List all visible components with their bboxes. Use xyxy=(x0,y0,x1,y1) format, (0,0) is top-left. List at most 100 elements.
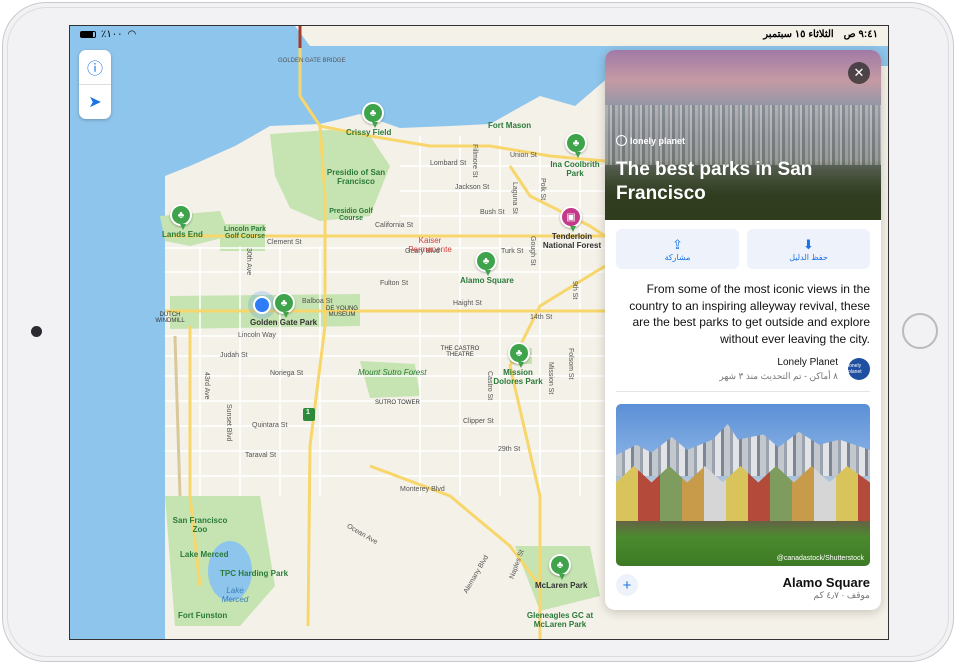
alamo-square-pin[interactable]: ♣ xyxy=(475,250,497,276)
poi-presidio[interactable]: Presidio of San Francisco xyxy=(326,168,386,186)
street-union: Union St xyxy=(510,152,537,159)
status-right: ٩:٤١ ص الثلاثاء ١٥ سبتمبر xyxy=(763,29,878,40)
share-button[interactable]: ⇪ مشاركة xyxy=(616,229,739,269)
poi-ina-coolbrith[interactable]: Ina Coolbrith Park xyxy=(550,160,600,178)
street-bush: Bush St xyxy=(480,209,505,216)
poi-fort-mason[interactable]: Fort Mason xyxy=(488,121,531,130)
lands-end-pin[interactable]: ♣ xyxy=(170,204,192,230)
poi-mclaren-park[interactable]: McLaren Park xyxy=(535,581,587,590)
street-polk: Polk St xyxy=(539,178,546,201)
mclaren-park-pin[interactable]: ♣ xyxy=(549,554,571,580)
poi-gleneagles[interactable]: Gleneagles GC at McLaren Park xyxy=(525,611,595,629)
street-castro: Castro St xyxy=(486,371,493,401)
front-camera xyxy=(31,326,42,337)
street-haight: Haight St xyxy=(453,300,482,307)
street-fulton: Fulton St xyxy=(380,280,409,287)
poi-tenderloin[interactable]: Tenderloin National Forest xyxy=(540,232,604,250)
poi-sf-zoo[interactable]: San Francisco Zoo xyxy=(170,516,230,534)
poi-lands-end[interactable]: Lands End xyxy=(162,230,203,239)
poi-mission-dolores[interactable]: Mission Dolores Park xyxy=(490,368,546,386)
highway-1-label: 1 xyxy=(306,409,310,416)
save-guide-button[interactable]: ⬇ حفظ الدليل xyxy=(747,229,870,269)
street-quintara: Quintara St xyxy=(252,422,288,429)
street-turk: Turk St xyxy=(501,248,524,255)
location-arrow-icon[interactable]: ➤ xyxy=(79,84,111,119)
street-gough: Gough St xyxy=(529,236,536,266)
author-name: Lonely Planet xyxy=(777,357,838,368)
close-icon[interactable]: ✕ xyxy=(848,62,870,84)
poi-lake-merced[interactable]: Lake Merced xyxy=(180,550,228,559)
poi-castro-theatre[interactable]: THE CASTRO THEATRE xyxy=(435,346,485,358)
poi-tpc-harding[interactable]: TPC Harding Park xyxy=(220,569,288,578)
wifi-icon: ◠ xyxy=(127,29,137,40)
map-controls: ⓘ ➤ xyxy=(79,50,111,119)
author-meta: ٨ أماكن - تم التحديث منذ ٣ شهر xyxy=(719,371,838,381)
tree-icon: ♣ xyxy=(572,137,580,149)
street-fillmore: Fillmore St xyxy=(471,144,478,178)
share-icon: ⇪ xyxy=(672,236,683,252)
logo-ring-icon xyxy=(616,135,627,146)
street-judah: Judah St xyxy=(220,352,248,359)
status-bar: ٪١٠٠ ◠ ٩:٤١ ص الثلاثاء ١٥ سبتمبر xyxy=(70,26,888,44)
lonely-planet-logo: lonely planet xyxy=(616,135,685,146)
street-29th: 29th St xyxy=(498,446,521,453)
guide-panel: ✕ lonely planet The best parks in San Fr… xyxy=(605,50,881,610)
photo-skyline xyxy=(616,424,870,476)
street-sunset: Sunset Blvd xyxy=(225,404,232,442)
bridge-label: GOLDEN GATE BRIDGE xyxy=(278,58,346,64)
battery-percent: ٪١٠٠ xyxy=(101,29,123,40)
tenderloin-pin[interactable]: ▣ xyxy=(560,206,582,232)
tree-icon: ♣ xyxy=(482,255,490,267)
info-icon[interactable]: ⓘ xyxy=(79,50,111,84)
guide-hero-image: ✕ lonely planet The best parks in San Fr… xyxy=(605,50,881,220)
poi-lake-merced-small[interactable]: Lake Merced xyxy=(220,586,250,604)
guide-author[interactable]: Lonely Planet ٨ أماكن - تم التحديث منذ ٣… xyxy=(616,347,870,392)
poi-lincoln-golf[interactable]: Lincoln Park Golf Course xyxy=(220,226,270,240)
street-lincoln: Lincoln Way xyxy=(238,332,276,339)
ina-coolbrith-pin[interactable]: ♣ xyxy=(565,132,587,158)
current-location-dot xyxy=(253,296,271,314)
street-9th: 9th St xyxy=(571,281,578,300)
poi-sutro-tower[interactable]: SUTRO TOWER xyxy=(375,400,420,406)
guide-description: From some of the most iconic views in th… xyxy=(629,282,870,346)
poi-presidio-golf[interactable]: Presidio Golf Course xyxy=(326,208,376,222)
home-button[interactable] xyxy=(902,313,938,349)
street-30th-ave: 30th Ave xyxy=(245,248,252,276)
place-name: Alamo Square xyxy=(782,575,870,590)
street-california: California St xyxy=(375,222,414,229)
photo-icon: ▣ xyxy=(566,211,576,223)
status-time: ٩:٤١ ص xyxy=(843,29,878,40)
street-noriega: Noriega St xyxy=(270,370,304,377)
poi-golden-gate-park[interactable]: Golden Gate Park xyxy=(250,318,317,327)
download-icon: ⬇ xyxy=(803,236,814,252)
street-geary: Geary Blvd xyxy=(405,248,440,255)
status-left: ٪١٠٠ ◠ xyxy=(80,29,136,40)
street-14th: 14th St xyxy=(530,314,553,321)
street-mission: Mission St xyxy=(547,362,554,395)
screen: ٪١٠٠ ◠ ٩:٤١ ص الثلاثاء ١٥ سبتمبر ⓘ ➤ GOL… xyxy=(69,25,889,640)
street-monterey: Monterey Blvd xyxy=(400,486,445,493)
poi-dutch-windmill[interactable]: DUTCH WINDMILL xyxy=(150,312,190,324)
crissy-field-pin[interactable]: ♣ xyxy=(362,102,384,128)
save-guide-label: حفظ الدليل xyxy=(789,252,828,262)
guide-title: The best parks in San Francisco xyxy=(616,159,813,204)
golden-gate-park-pin[interactable]: ♣ xyxy=(273,292,295,318)
logo-text: lonely planet xyxy=(630,135,686,146)
street-clipper: Clipper St xyxy=(463,418,494,425)
street-clement: Clement St xyxy=(267,239,302,246)
poi-alamo-square[interactable]: Alamo Square xyxy=(460,276,514,285)
sutro-forest-park xyxy=(360,361,420,398)
poi-fort-funston[interactable]: Fort Funston xyxy=(178,611,227,620)
status-date: الثلاثاء ١٥ سبتمبر xyxy=(763,29,834,40)
poi-sutro-forest[interactable]: Mount Sutro Forest xyxy=(358,368,426,377)
place-meta: موقف · ٤٫٧ كم xyxy=(813,590,870,600)
poi-crissy-field[interactable]: Crissy Field xyxy=(346,128,391,137)
tree-icon: ♣ xyxy=(556,559,564,571)
street-lombard: Lombard St xyxy=(430,160,467,167)
mission-dolores-pin[interactable]: ♣ xyxy=(508,342,530,368)
street-jackson: Jackson St xyxy=(455,184,490,191)
place-row[interactable]: + Alamo Square موقف · ٤٫٧ كم xyxy=(616,566,870,606)
place-photo[interactable]: @canadastock/Shutterstock xyxy=(616,404,870,566)
plus-icon[interactable]: + xyxy=(616,574,638,596)
poi-de-young[interactable]: DE YOUNG MUSEUM xyxy=(322,306,362,318)
